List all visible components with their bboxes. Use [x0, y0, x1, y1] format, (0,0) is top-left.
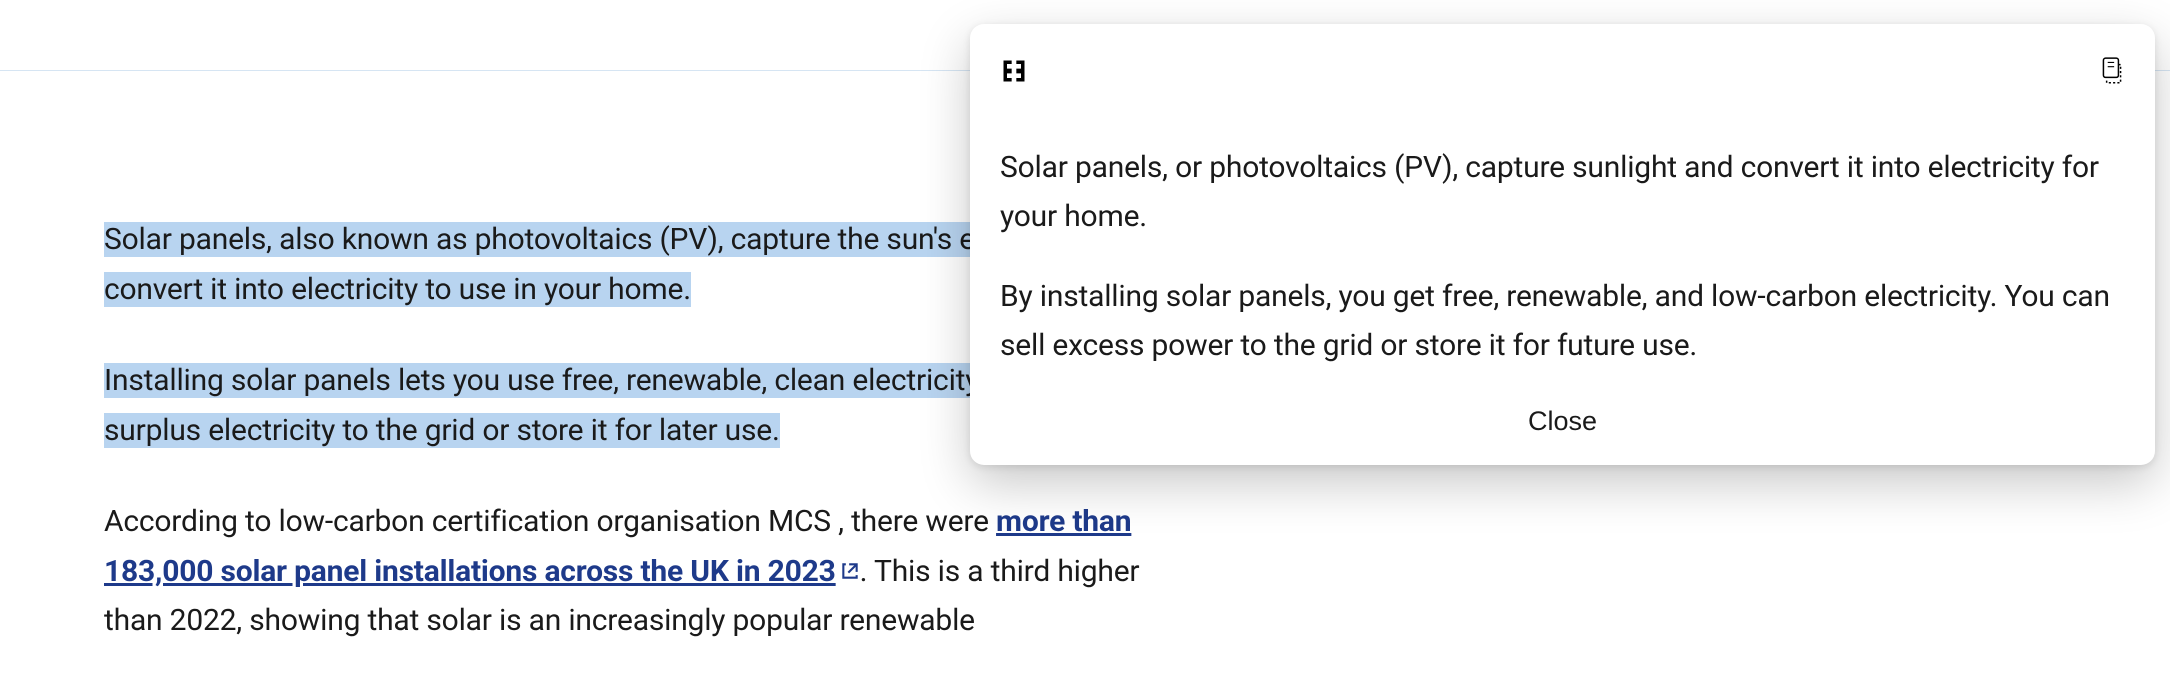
close-button[interactable]: Close	[1516, 402, 1609, 441]
popup-summary-1: Solar panels, or photovoltaics (PV), cap…	[1000, 144, 2125, 241]
popup-body: Solar panels, or photovoltaics (PV), cap…	[1000, 144, 2125, 370]
popup-summary-2: By installing solar panels, you get free…	[1000, 273, 2125, 370]
copy-icon[interactable]	[2099, 56, 2125, 86]
summary-popup: Solar panels, or photovoltaics (PV), cap…	[970, 24, 2155, 465]
paragraph-3-prefix: According to low-carbon certification or…	[104, 504, 996, 539]
app-logo-icon	[1000, 57, 1028, 85]
external-link-icon	[840, 547, 860, 597]
article-paragraph-3: According to low-carbon certification or…	[104, 497, 1154, 646]
popup-header	[1000, 56, 2125, 86]
highlighted-text-1: Solar panels, also known as photovoltaic…	[104, 222, 1104, 307]
